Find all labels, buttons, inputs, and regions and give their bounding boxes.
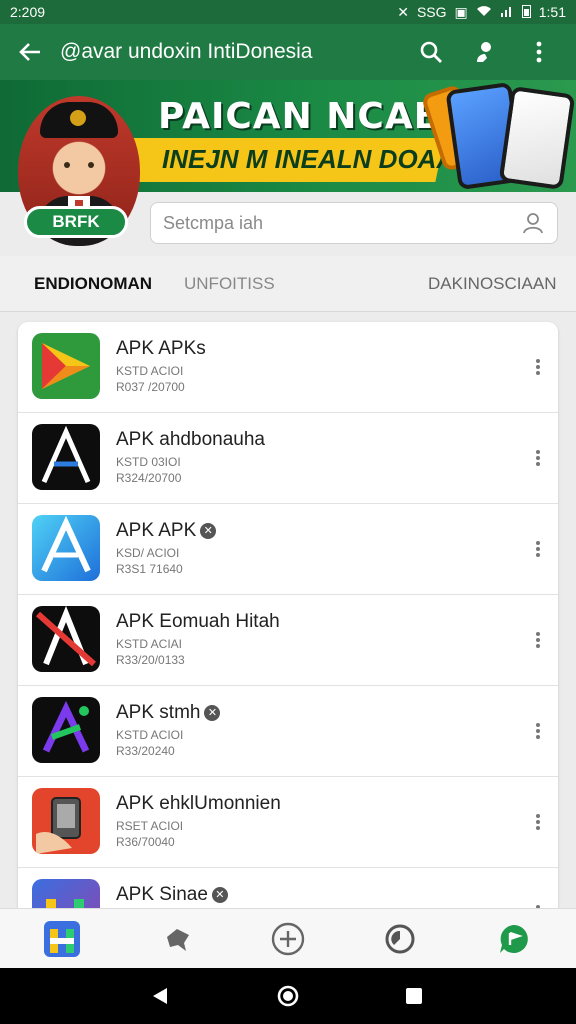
screen-icon: ▣: [454, 3, 468, 20]
more-vertical-icon: [536, 814, 540, 830]
app-list: APK APKs KSTD ACIOI R037 /20700 APK ahdb…: [18, 322, 558, 922]
circle-home-icon: [277, 985, 299, 1007]
app-name: APK ehklUmonnien: [116, 793, 281, 814]
more-vertical-icon: [536, 632, 540, 648]
more-vertical-icon: [536, 541, 540, 557]
list-item[interactable]: APK Eomuah Hitah KSTD ACIAI R33/20/0133: [18, 595, 558, 686]
list-item[interactable]: APK APK ✕ KSD/ ACIOI R3S1 71640: [18, 504, 558, 595]
no-sim-icon: ✕: [397, 3, 409, 20]
more-options-button[interactable]: [528, 627, 548, 653]
status-right-time: 1:51: [538, 4, 566, 20]
app-meta: KSTD ACIAI: [116, 637, 183, 651]
battery-icon: [521, 4, 531, 21]
list-item[interactable]: APK stmh ✕ KSTD ACIOI R33/20240: [18, 686, 558, 777]
verified-badge-icon: ✕: [204, 704, 221, 721]
microphone-icon: [477, 42, 491, 62]
app-name: APK APK ✕: [116, 520, 217, 542]
app-meta: R33/20/0133: [116, 653, 185, 667]
page-title: @avar undoxin IntiDonesia: [60, 40, 313, 63]
triangle-back-icon: [153, 988, 167, 1004]
search-box[interactable]: [150, 202, 558, 244]
system-recents-button[interactable]: [400, 982, 428, 1010]
letter-a-blue-icon: [32, 515, 100, 581]
more-vertical-icon: [536, 723, 540, 739]
system-nav-bar: [0, 968, 576, 1024]
tab-unfoitiss[interactable]: UNFOITISS: [184, 274, 275, 294]
letter-a-dark-icon: [32, 424, 100, 490]
pilot-cap: [40, 102, 118, 138]
app-name: APK Eomuah Hitah: [116, 611, 280, 632]
list-item[interactable]: APK APKs KSTD ACIOI R037 /20700: [18, 322, 558, 413]
app-bar: @avar undoxin IntiDonesia: [0, 24, 576, 80]
back-button[interactable]: [10, 32, 50, 72]
more-vertical-icon: [536, 359, 540, 375]
letter-a-gradient-icon: [32, 697, 100, 763]
brand-logo: BRFK: [24, 206, 128, 238]
system-home-button[interactable]: [274, 982, 302, 1010]
search-icon: [420, 41, 442, 63]
history-icon: [385, 924, 415, 954]
phone-image: [498, 86, 576, 190]
more-options-button[interactable]: [528, 354, 548, 380]
wifi-icon: [476, 4, 492, 20]
app-meta: KSTD ACIOI: [116, 728, 184, 742]
app-meta: KSTD 03IOI: [116, 455, 181, 469]
search-input[interactable]: [163, 212, 521, 234]
more-options-button[interactable]: [528, 445, 548, 471]
banner-subline: INEJN M INEALN DOAAA: [162, 144, 475, 174]
brand-label: BRFK: [52, 212, 100, 231]
system-back-button[interactable]: [146, 982, 174, 1010]
more-vertical-icon: [536, 41, 542, 63]
nav-home-button[interactable]: [40, 917, 84, 961]
signal-label: SSG: [416, 4, 447, 20]
letter-a-red-icon: [32, 606, 100, 672]
nav-add-button[interactable]: [266, 917, 310, 961]
play-triangle-icon: [32, 333, 100, 399]
tab-dakinosciaan[interactable]: DAKINOSCIAAN: [428, 274, 556, 294]
search-button[interactable]: [404, 32, 458, 72]
avatar-eye: [88, 162, 94, 168]
status-bar: 2:209 ✕ SSG ▣ 1:51: [0, 0, 576, 24]
map-tag-icon: [167, 929, 189, 951]
tab-bar: ENDIONOMAN UNFOITISS DAKINOSCIAAN: [0, 256, 576, 312]
phone-hand-icon: [32, 788, 100, 854]
app-meta: R33/20240: [116, 744, 175, 758]
app-name: APK Sinae ✕: [116, 884, 228, 906]
tab-endionoman[interactable]: ENDIONOMAN: [34, 274, 152, 294]
voice-button[interactable]: [458, 32, 512, 72]
verified-badge-icon: ✕: [200, 522, 217, 539]
search-person-icon[interactable]: [521, 211, 545, 235]
verified-badge-icon: ✕: [211, 886, 228, 903]
app-meta: KSD/ ACIOI: [116, 546, 180, 560]
nav-explore-button[interactable]: [156, 917, 200, 961]
status-icons: ✕ SSG ▣ 1:51: [397, 4, 566, 21]
add-circle-icon: [271, 922, 305, 956]
app-name: APK stmh ✕: [116, 702, 221, 724]
chat-bubble-icon: [500, 925, 528, 953]
app-meta: R037 /20700: [116, 380, 185, 394]
home-app-icon: [44, 921, 80, 957]
app-meta: RSET ACIOI: [116, 819, 184, 833]
cell-signal-icon: [500, 4, 514, 20]
more-options-button[interactable]: [528, 536, 548, 562]
more-options-button[interactable]: [528, 809, 548, 835]
nav-chat-button[interactable]: [492, 917, 536, 961]
more-vertical-icon: [536, 450, 540, 466]
status-time: 2:209: [10, 4, 46, 20]
app-meta: R3S1 71640: [116, 562, 183, 576]
nav-history-button[interactable]: [378, 917, 422, 961]
square-recents-icon: [406, 988, 422, 1004]
app-name: APK ahdbonauha: [116, 429, 265, 450]
app-meta: KSTD ACIOI: [116, 364, 184, 378]
app-name: APK APKs: [116, 338, 206, 359]
more-button[interactable]: [512, 32, 566, 72]
app-meta: R324/20700: [116, 471, 182, 485]
avatar-eye: [64, 162, 70, 168]
list-item[interactable]: APK ahdbonauha KSTD 03IOI R324/20700: [18, 413, 558, 504]
more-options-button[interactable]: [528, 718, 548, 744]
bottom-nav: [0, 908, 576, 968]
arrow-left-icon: [19, 43, 40, 61]
app-meta: R36/70040: [116, 835, 175, 849]
list-item[interactable]: APK ehklUmonnien RSET ACIOI R36/70040: [18, 777, 558, 868]
